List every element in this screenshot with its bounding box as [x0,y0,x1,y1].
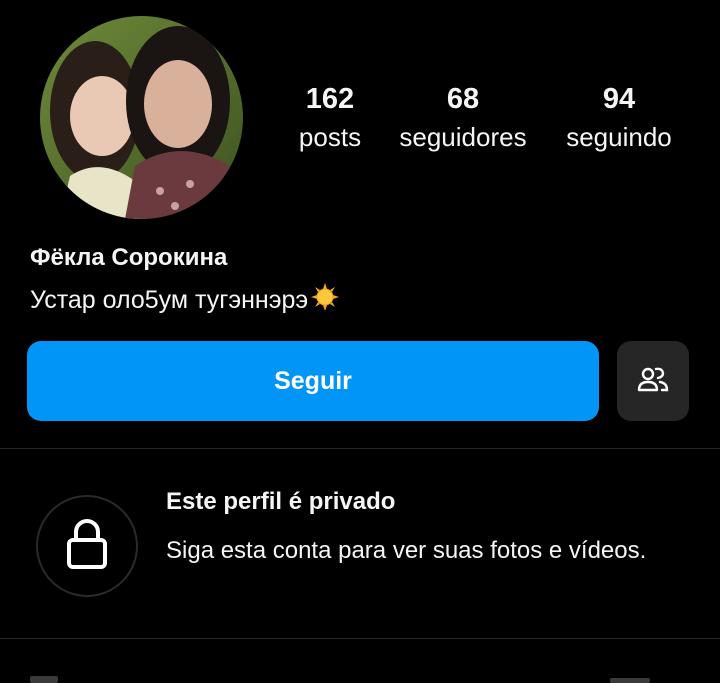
profile-avatar[interactable] [40,16,243,219]
private-profile-title: Este perfil é privado [166,488,396,515]
avatar-photo [40,16,243,219]
following-stat[interactable]: 94 seguindo [534,82,704,154]
followers-stat[interactable]: 68 seguidores [378,82,548,154]
follow-button[interactable]: Seguir [27,341,599,421]
following-label: seguindo [566,122,672,152]
suggested-accounts-button[interactable] [617,341,689,421]
profile-name: Фёкла Сорокина [30,244,228,271]
followers-count: 68 [446,83,480,115]
following-count: 94 [602,83,636,115]
partial-content [30,676,58,683]
section-divider [0,448,720,449]
followers-label: seguidores [399,122,527,152]
lock-badge [36,495,138,597]
private-profile-description: Siga esta conta para ver suas fotos e ví… [166,537,647,564]
lock-icon [65,518,109,575]
sun-icon [310,282,340,319]
bio-text: Устар оло5ум тугэннэрэ [30,286,309,314]
people-icon [636,364,670,399]
partial-content-right [610,678,650,683]
section-divider-bottom [0,638,720,639]
profile-bio: Устар оло5ум тугэннэрэ [30,282,340,319]
